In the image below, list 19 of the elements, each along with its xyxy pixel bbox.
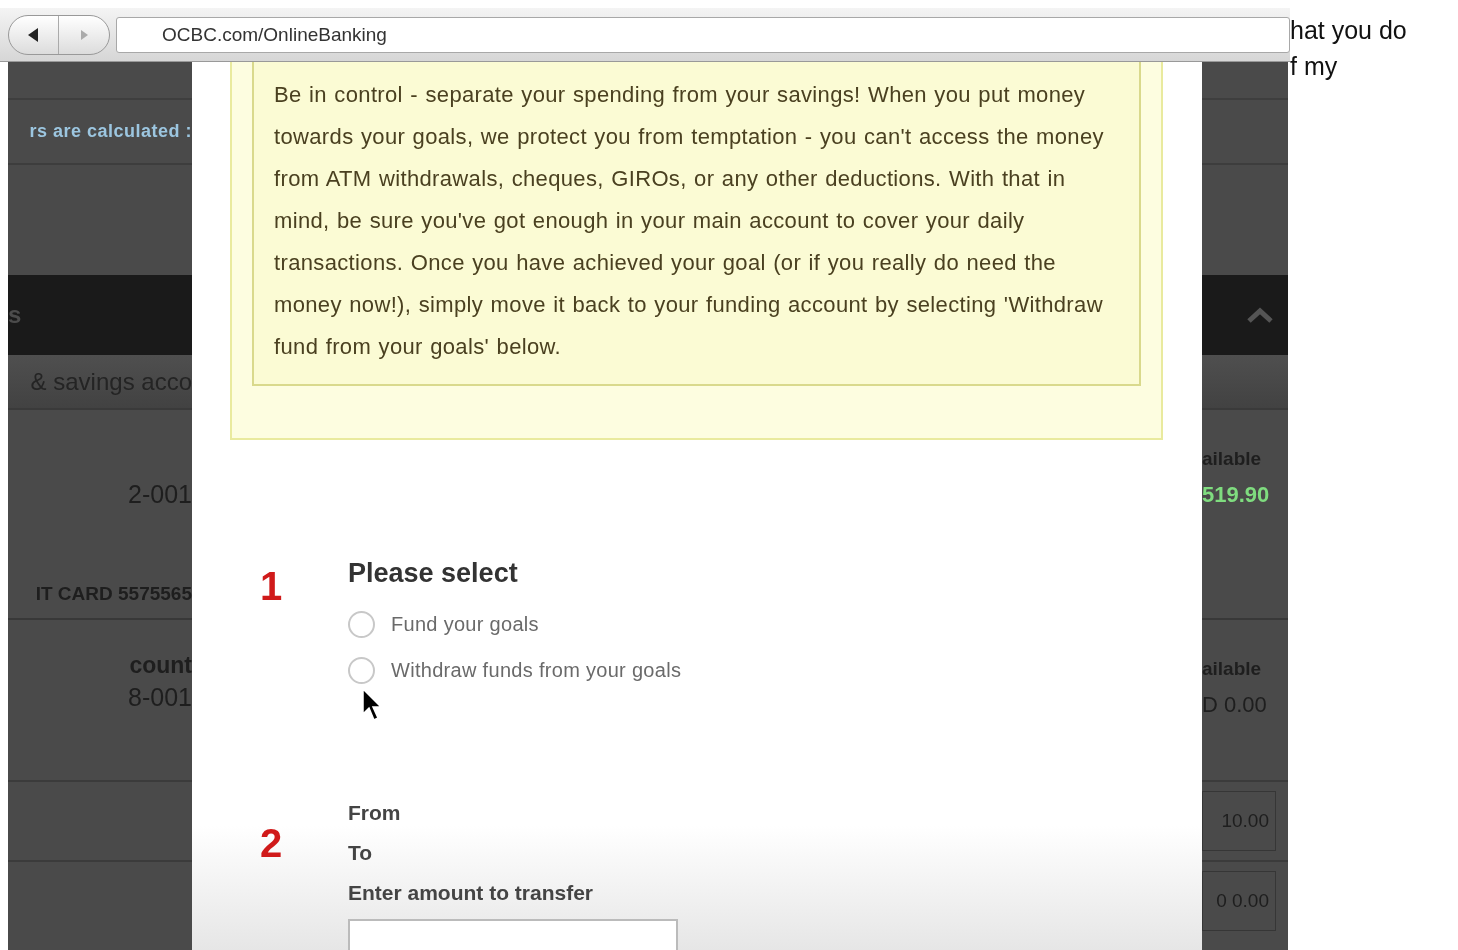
radio-button[interactable] [348,656,375,684]
link-text: rs are calculated : [29,121,192,142]
field-label: To [348,840,374,866]
radio-option[interactable]: Fund your goals [348,601,682,647]
field-label: From [348,800,402,826]
step-number: 2 [260,820,284,867]
notice-text: Be in control - separate your spending from your savings! When you put money towards your goals, we protect you from temptation - you can't access the money from ATM withdrawals, cheques, GIROs, or any other deductions. With that in mind, be sure you've got enough in your main account to cover your daily transactions. Once you have achieved your goal (or if you really do need the money now!), simply move it back to your funding account by selecting 'Withdraw fund from your goals' below. [274,81,1105,361]
radio-button[interactable] [348,610,375,638]
caption-line: hat you do [1290,15,1408,46]
forward-arrow-icon [78,28,90,41]
step-title: Please select [348,558,519,589]
caption-line: f my [1290,51,1339,82]
field-label: Enter amount to transfer [348,880,595,906]
amount-field[interactable] [348,919,678,950]
address-field[interactable]: OCBC.com/OnlineBanking [116,16,1290,53]
chevron-up-icon[interactable] [1246,307,1274,323]
radio-option[interactable]: Withdraw funds from your goals [348,647,682,693]
step-number: 1 [260,563,284,610]
balance-value: 519.90 [1202,482,1270,508]
